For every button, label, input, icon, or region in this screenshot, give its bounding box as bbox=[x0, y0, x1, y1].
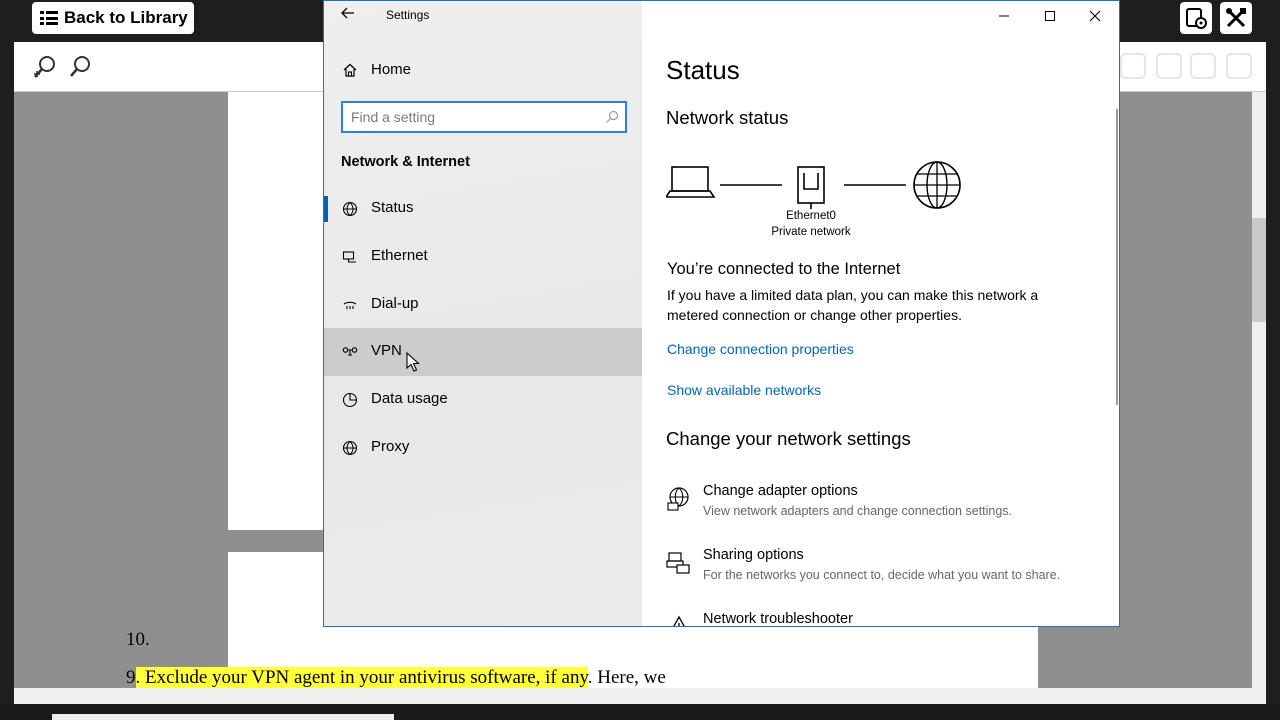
vertical-scroll-thumb[interactable] bbox=[1252, 218, 1266, 322]
check-tool-icon[interactable] bbox=[1190, 53, 1216, 79]
mouse-cursor-icon bbox=[406, 352, 420, 372]
data-usage-icon bbox=[341, 391, 359, 409]
zoom-in-icon[interactable] bbox=[32, 54, 58, 80]
find-setting-search[interactable] bbox=[341, 101, 627, 133]
option-title: Change adapter options bbox=[703, 483, 858, 499]
nav-item-vpn[interactable]: VPN bbox=[324, 328, 642, 376]
back-to-library-label: Back to Library bbox=[64, 8, 188, 27]
option-title: Sharing options bbox=[703, 547, 804, 563]
globe-status-icon bbox=[341, 200, 359, 218]
connected-description: If you have a limited data plan, you can… bbox=[667, 287, 1039, 323]
maximize-icon bbox=[1045, 11, 1055, 21]
maximize-button[interactable] bbox=[1028, 3, 1072, 29]
ethernet-port-icon bbox=[797, 166, 825, 209]
window-title: Settings bbox=[386, 8, 430, 22]
ethernet-icon bbox=[341, 248, 359, 266]
nav-item-label: Status bbox=[371, 199, 414, 216]
text-tool-icon[interactable] bbox=[1120, 53, 1146, 79]
sharing-icon bbox=[666, 552, 690, 574]
nav-home-label: Home bbox=[371, 61, 412, 78]
change-connection-properties-link[interactable]: Change connection properties bbox=[667, 341, 854, 357]
settings-content-pane: Status Network status Ethernet0 Private … bbox=[642, 1, 1119, 627]
nav-home[interactable]: Home bbox=[324, 51, 642, 89]
laptop-icon bbox=[666, 166, 716, 198]
nav-item-ethernet[interactable]: Ethernet bbox=[324, 233, 642, 281]
content-scrollbar[interactable] bbox=[1116, 109, 1118, 405]
vpn-icon bbox=[341, 343, 359, 361]
close-button[interactable] bbox=[1073, 3, 1117, 29]
page-title: Status bbox=[666, 55, 740, 85]
nav-item-label: Proxy bbox=[371, 438, 410, 455]
show-available-networks-link[interactable]: Show available networks bbox=[667, 382, 821, 398]
document-settings-icon bbox=[1186, 8, 1207, 29]
nav-item-data-usage[interactable]: Data usage bbox=[324, 376, 642, 424]
zoom-out-icon[interactable] bbox=[68, 54, 94, 80]
change-network-settings-heading: Change your network settings bbox=[666, 428, 911, 449]
network-status-heading: Network status bbox=[666, 107, 789, 128]
adapter-name: Ethernet0 bbox=[786, 210, 836, 222]
option-title: Network troubleshooter bbox=[703, 611, 853, 627]
highlight-tool-icon[interactable] bbox=[1156, 53, 1182, 79]
troubleshooter-icon bbox=[673, 615, 685, 626]
minimize-icon bbox=[999, 15, 1009, 17]
dialup-icon bbox=[341, 296, 359, 314]
close-icon bbox=[1089, 10, 1101, 22]
list-icon bbox=[40, 10, 58, 26]
nav-item-status[interactable]: Status bbox=[324, 185, 642, 233]
vertical-scrollbar[interactable] bbox=[1252, 92, 1266, 688]
trash-tool-icon[interactable] bbox=[1226, 53, 1252, 79]
back-to-library-button[interactable]: Back to Library bbox=[32, 2, 194, 34]
search-input[interactable] bbox=[351, 107, 591, 127]
network-type: Private network bbox=[771, 226, 851, 238]
horizontal-scrollbar[interactable] bbox=[14, 688, 1266, 704]
change-adapter-options[interactable]: Change adapter options View network adap… bbox=[666, 483, 1106, 527]
proxy-globe-icon bbox=[341, 439, 359, 457]
sharing-options[interactable]: Sharing options For the networks you con… bbox=[666, 547, 1106, 591]
home-icon bbox=[341, 61, 359, 79]
document-text: 10. 9. Exclude your VPN agent in your an… bbox=[126, 624, 826, 688]
option-subtitle: For the networks you connect to, decide … bbox=[703, 568, 1061, 582]
nav-item-label: Data usage bbox=[371, 390, 448, 407]
nav-item-label: Ethernet bbox=[371, 247, 428, 264]
search-icon[interactable] bbox=[605, 110, 619, 124]
network-troubleshooter[interactable]: Network troubleshooter bbox=[666, 611, 1106, 627]
settings-window: Settings Home Network & Internet Status bbox=[323, 0, 1120, 627]
document-line: 10. bbox=[126, 629, 150, 650]
document-line: 9. Exclude your VPN agent in your antivi… bbox=[126, 667, 666, 688]
nav-item-dialup[interactable]: Dial-up bbox=[324, 281, 642, 329]
library-add-button[interactable] bbox=[1180, 2, 1212, 34]
adapter-icon bbox=[667, 487, 689, 511]
nav-item-label: Dial-up bbox=[371, 295, 419, 312]
nav-item-proxy[interactable]: Proxy bbox=[324, 424, 642, 472]
settings-nav-pane: Settings Home Network & Internet Status bbox=[324, 1, 642, 626]
taskbar-item[interactable] bbox=[52, 714, 394, 720]
tools-button[interactable] bbox=[1220, 2, 1252, 34]
network-diagram: Ethernet0 Private network bbox=[666, 157, 966, 247]
connected-heading: You’re connected to the Internet bbox=[667, 260, 901, 278]
section-heading: Network & Internet bbox=[341, 154, 470, 170]
highlighted-text: . Exclude your VPN agent in your antivir… bbox=[135, 667, 588, 688]
nav-item-label: VPN bbox=[371, 342, 402, 359]
tools-icon bbox=[1226, 8, 1246, 28]
minimize-button[interactable] bbox=[982, 3, 1026, 29]
back-arrow-icon[interactable] bbox=[340, 5, 358, 23]
option-subtitle: View network adapters and change connect… bbox=[703, 504, 1012, 518]
internet-globe-icon bbox=[913, 161, 961, 209]
